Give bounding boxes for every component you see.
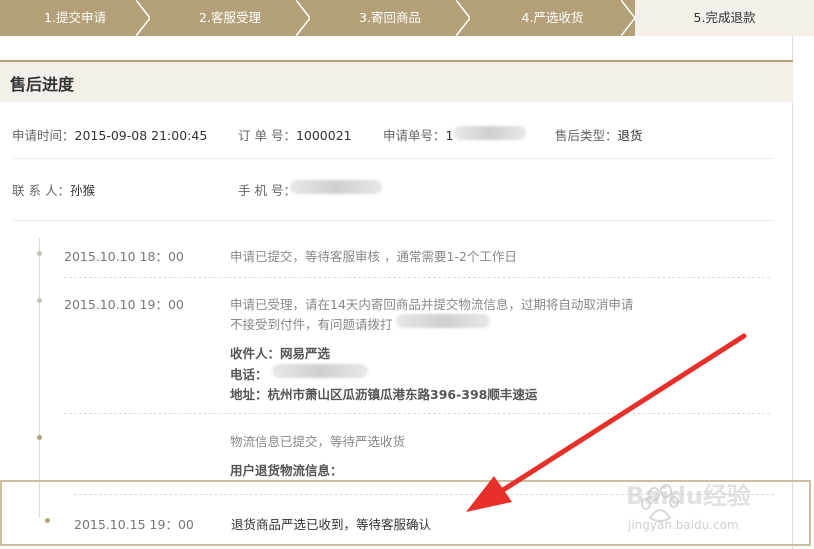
baidu-watermark: Baidu经验 jingyan.baidu.com [620,474,810,540]
watermark-brand: Baidu经验 [626,482,751,510]
annotation-arrow-icon [466,333,747,512]
watermark-url: jingyan.baidu.com [628,518,739,532]
